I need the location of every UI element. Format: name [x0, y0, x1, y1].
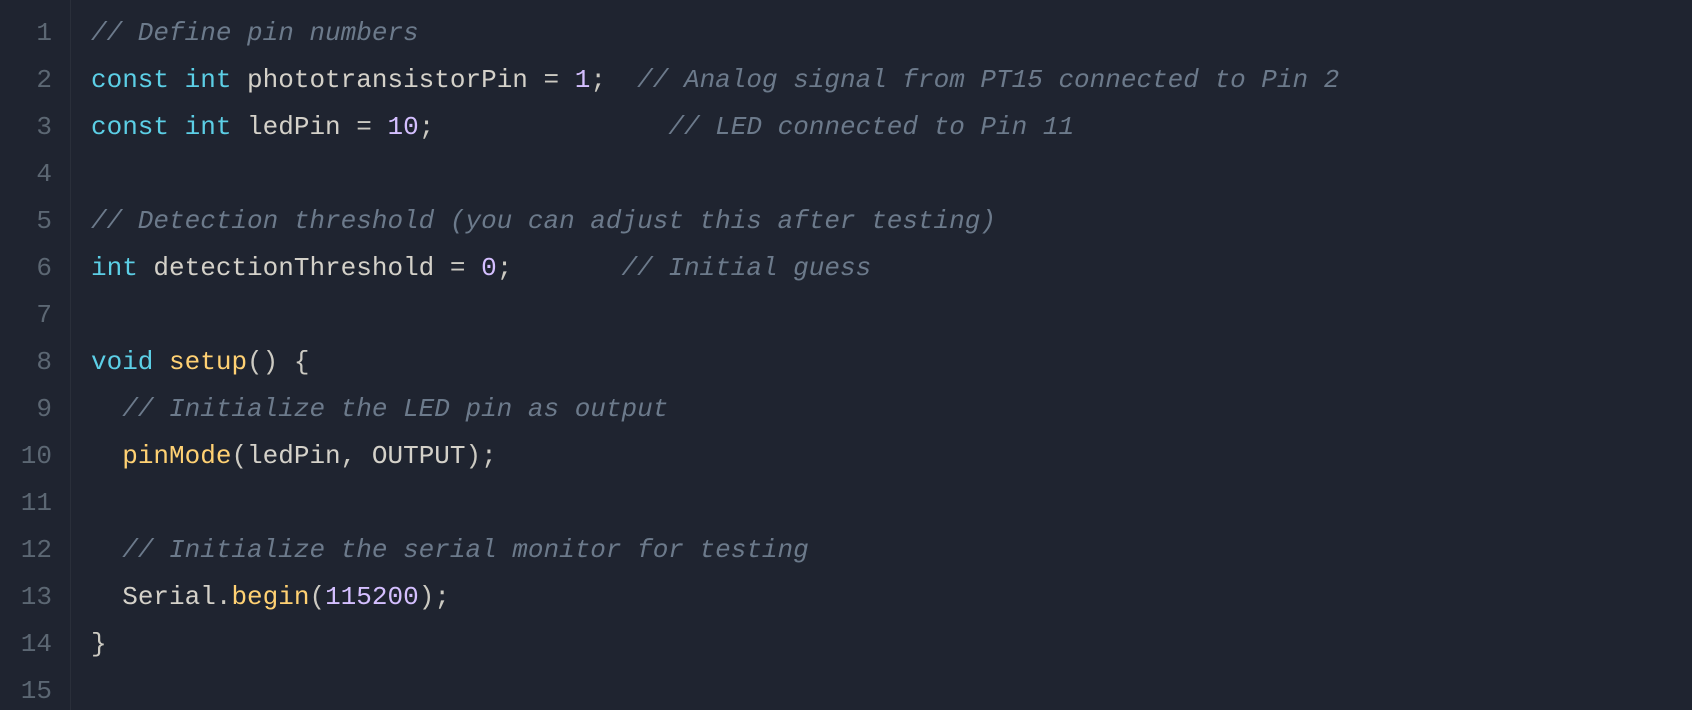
identifier: phototransistorPin	[247, 65, 528, 95]
function-call: pinMode	[122, 441, 231, 471]
argument: OUTPUT	[372, 441, 466, 471]
code-line[interactable]: // Initialize the serial monitor for tes…	[91, 527, 1692, 574]
line-number: 7	[0, 292, 52, 339]
code-editor: 1 2 3 4 5 6 7 8 9 10 11 12 13 14 15 // D…	[0, 0, 1692, 710]
line-number: 8	[0, 339, 52, 386]
brace: {	[294, 347, 310, 377]
code-line[interactable]: const int ledPin = 10; // LED connected …	[91, 104, 1692, 151]
line-number: 3	[0, 104, 52, 151]
paren-close: )	[419, 582, 435, 612]
type: int	[185, 65, 232, 95]
keyword: const	[91, 65, 169, 95]
code-line[interactable]: // Detection threshold (you can adjust t…	[91, 198, 1692, 245]
function-name: setup	[169, 347, 247, 377]
semicolon: ;	[419, 112, 435, 142]
semicolon: ;	[590, 65, 606, 95]
identifier: detectionThreshold	[153, 253, 434, 283]
code-line[interactable]: pinMode(ledPin, OUTPUT);	[91, 433, 1692, 480]
line-number: 2	[0, 57, 52, 104]
code-line[interactable]: // Define pin numbers	[91, 10, 1692, 57]
comment: // Initialize the LED pin as output	[122, 394, 668, 424]
line-number: 5	[0, 198, 52, 245]
code-line[interactable]: // Initialize the LED pin as output	[91, 386, 1692, 433]
type: int	[185, 112, 232, 142]
comma: ,	[341, 441, 372, 471]
number: 1	[575, 65, 591, 95]
comment: // Detection threshold (you can adjust t…	[91, 206, 996, 236]
code-line[interactable]: Serial.begin(115200);	[91, 574, 1692, 621]
code-line[interactable]	[91, 480, 1692, 527]
comment: // LED connected to Pin 11	[668, 112, 1074, 142]
code-line[interactable]: }	[91, 621, 1692, 668]
line-number: 14	[0, 621, 52, 668]
code-line[interactable]: void setup() {	[91, 339, 1692, 386]
operator: =	[450, 253, 466, 283]
code-line[interactable]	[91, 292, 1692, 339]
code-line[interactable]	[91, 151, 1692, 198]
code-line[interactable]: int detectionThreshold = 0; // Initial g…	[91, 245, 1692, 292]
line-number: 13	[0, 574, 52, 621]
line-number: 6	[0, 245, 52, 292]
number: 0	[481, 253, 497, 283]
brace: }	[91, 629, 107, 659]
parentheses: ()	[247, 347, 278, 377]
identifier: ledPin	[247, 112, 341, 142]
method: begin	[231, 582, 309, 612]
line-number: 1	[0, 10, 52, 57]
comment: // Initial guess	[622, 253, 872, 283]
paren-open: (	[309, 582, 325, 612]
keyword: void	[91, 347, 153, 377]
line-number: 4	[0, 151, 52, 198]
line-number: 9	[0, 386, 52, 433]
line-number: 11	[0, 480, 52, 527]
comment: // Analog signal from PT15 connected to …	[637, 65, 1339, 95]
object: Serial	[122, 582, 216, 612]
code-text-area[interactable]: // Define pin numbers const int phototra…	[70, 0, 1692, 710]
comment: // Define pin numbers	[91, 18, 419, 48]
paren-open: (	[231, 441, 247, 471]
line-number: 10	[0, 433, 52, 480]
operator: =	[544, 65, 560, 95]
line-number: 15	[0, 668, 52, 710]
semicolon: ;	[481, 441, 497, 471]
line-number: 12	[0, 527, 52, 574]
number: 10	[388, 112, 419, 142]
paren-close: )	[466, 441, 482, 471]
semicolon: ;	[497, 253, 513, 283]
semicolon: ;	[434, 582, 450, 612]
comment: // Initialize the serial monitor for tes…	[122, 535, 809, 565]
code-line[interactable]	[91, 668, 1692, 710]
argument: ledPin	[247, 441, 341, 471]
type: int	[91, 253, 138, 283]
number: 115200	[325, 582, 419, 612]
line-number-gutter: 1 2 3 4 5 6 7 8 9 10 11 12 13 14 15	[0, 0, 70, 710]
code-line[interactable]: const int phototransistorPin = 1; // Ana…	[91, 57, 1692, 104]
operator: =	[356, 112, 372, 142]
dot: .	[216, 582, 232, 612]
keyword: const	[91, 112, 169, 142]
